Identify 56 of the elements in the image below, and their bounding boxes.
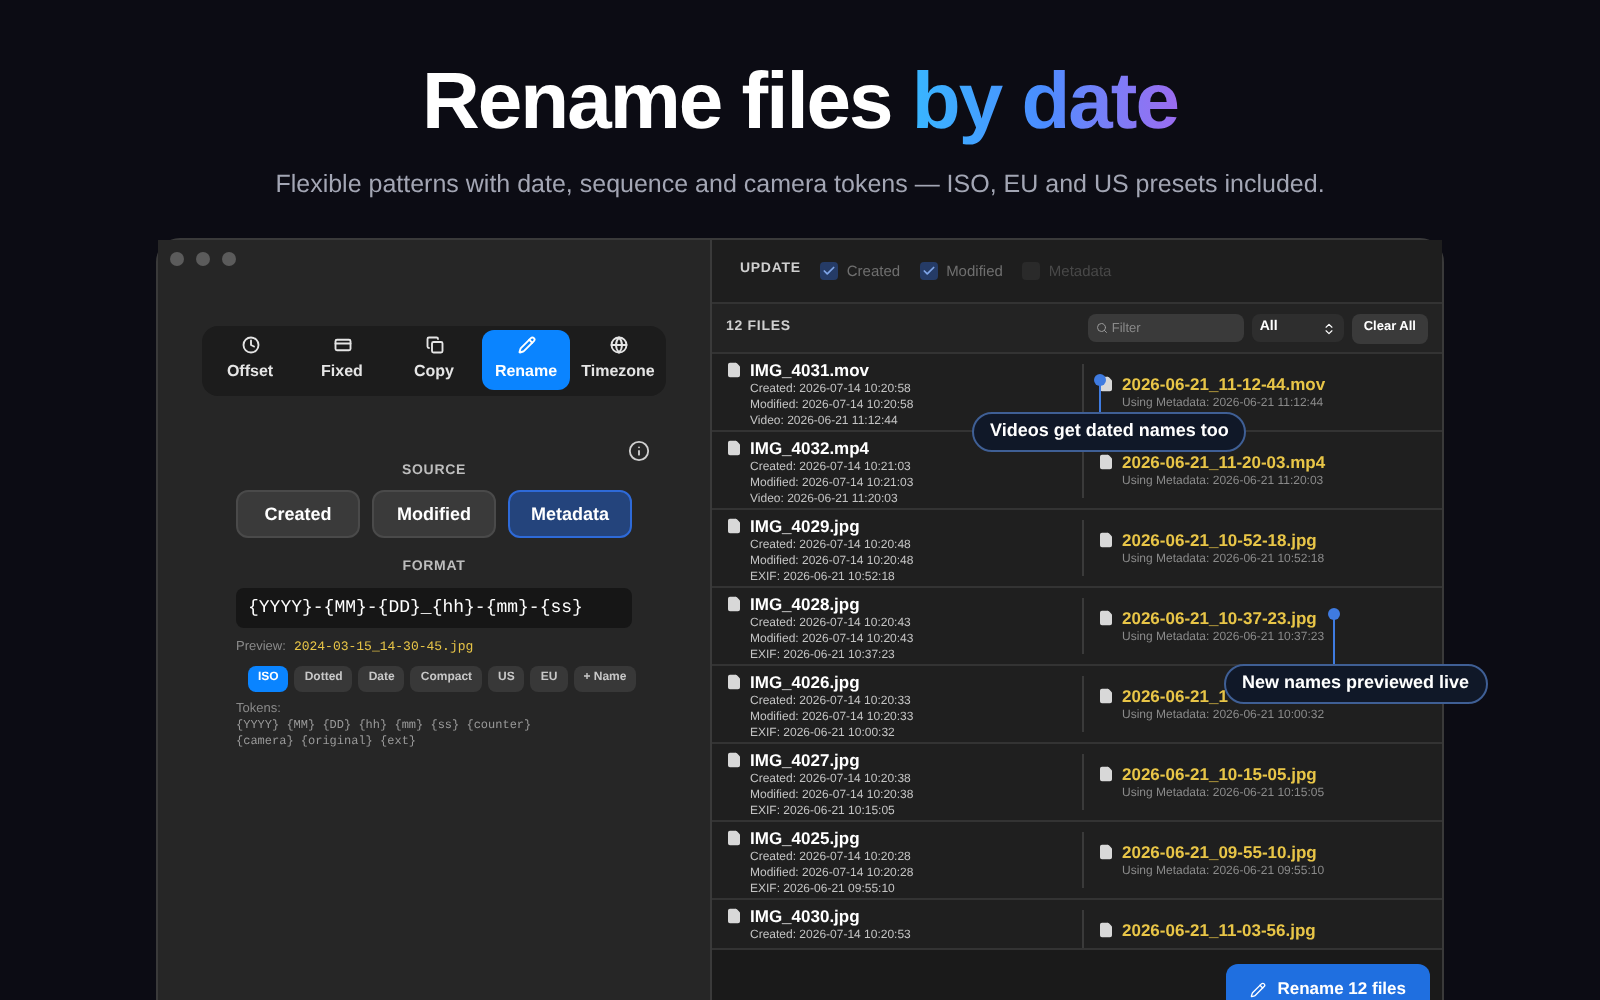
globe-icon xyxy=(609,336,627,355)
tooltip-pointer xyxy=(1094,373,1106,412)
chevron-icon xyxy=(1321,321,1336,336)
file-icon xyxy=(726,674,742,691)
new-filename: 2026-06-21_10-52-18.jpg xyxy=(1122,530,1319,553)
info-icon[interactable] xyxy=(628,439,650,462)
source-option[interactable]: Created xyxy=(236,490,360,539)
original-filename: IMG_4026.jpg xyxy=(750,672,862,695)
new-filename: 2026-06-21_09-55-10.jpg xyxy=(1122,842,1319,865)
file-icon xyxy=(726,440,742,457)
file-icon xyxy=(1098,922,1114,939)
format-field[interactable]: {YYYY}-{MM}-{DD}_{hh}-{mm}-{ss} xyxy=(236,587,632,628)
file-icon xyxy=(1098,844,1114,861)
rename-button[interactable]: Rename 12 files xyxy=(1225,963,1430,1000)
mode-tab[interactable]: Timezone xyxy=(574,330,662,391)
new-filename: 2026-06-21_11-20-03.mp4 xyxy=(1122,452,1326,475)
file-icon xyxy=(1098,766,1114,783)
new-filename: 2026-06-21_10-37-23.jpg xyxy=(1122,608,1319,631)
search-icon xyxy=(1095,322,1108,335)
new-filename: 2026-06-21_11-03-56.jpg xyxy=(1122,920,1316,943)
file-icon xyxy=(726,596,742,613)
original-filename: IMG_4027.jpg xyxy=(750,750,862,773)
original-filename: IMG_4032.mp4 xyxy=(750,438,872,461)
tooltip-pointer xyxy=(1328,607,1340,664)
new-filename: 2026-06-21_1 xyxy=(1122,686,1230,709)
file-icon xyxy=(726,908,742,925)
mode-tab[interactable]: Offset xyxy=(206,330,294,391)
subtitle: Flexible patterns with date, sequence and camera tokens — ISO, EU and US presets included. xyxy=(275,168,1325,202)
source-option[interactable]: Metadata xyxy=(508,490,632,539)
callout-tooltip: Videos get dated names too xyxy=(972,411,1247,452)
mode-tab[interactable]: Fixed xyxy=(298,330,386,391)
pencil-icon xyxy=(517,336,535,355)
file-icon xyxy=(1098,454,1114,471)
headline: Rename files by date xyxy=(422,56,1178,148)
new-filename: 2026-06-21_10-15-05.jpg xyxy=(1122,764,1319,787)
original-filename: IMG_4029.jpg xyxy=(750,516,862,539)
file-icon xyxy=(1098,610,1114,627)
file-icon xyxy=(1098,688,1114,705)
copy-icon xyxy=(425,336,443,355)
file-icon xyxy=(726,830,742,847)
file-icon xyxy=(726,752,742,769)
original-filename: IMG_4030.jpg xyxy=(750,906,862,929)
checkbox[interactable] xyxy=(920,262,939,281)
file-icon xyxy=(726,362,742,379)
original-filename: IMG_4025.jpg xyxy=(750,828,862,851)
source-option[interactable]: Modified xyxy=(372,490,496,539)
new-filename: 2026-06-21_11-12-44.mov xyxy=(1122,374,1326,397)
original-filename: IMG_4031.mov xyxy=(750,360,872,383)
original-filename: IMG_4028.jpg xyxy=(750,594,862,617)
file-icon xyxy=(726,518,742,535)
mode-tab[interactable]: Copy xyxy=(390,330,478,391)
clock-icon xyxy=(241,336,259,355)
checkbox[interactable] xyxy=(820,262,839,281)
pencil-icon xyxy=(1249,981,1266,998)
file-icon xyxy=(1098,532,1114,549)
mode-tab[interactable]: Rename xyxy=(482,330,570,391)
